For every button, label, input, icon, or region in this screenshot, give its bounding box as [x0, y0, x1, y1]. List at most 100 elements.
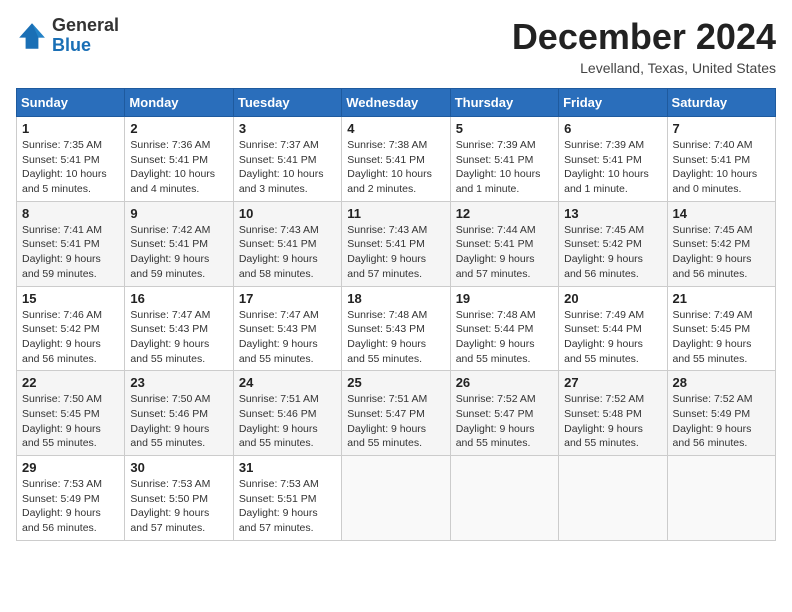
day-detail: Sunrise: 7:50 AMSunset: 5:45 PMDaylight:…	[22, 392, 119, 451]
calendar-cell: 3Sunrise: 7:37 AMSunset: 5:41 PMDaylight…	[233, 117, 341, 202]
page-header: General Blue December 2024 Levelland, Te…	[16, 16, 776, 76]
calendar-cell: 4 Sunrise: 7:38 AMSunset: 5:41 PMDaylight…	[342, 117, 450, 202]
day-number: 30	[130, 460, 227, 475]
day-number: 29	[22, 460, 119, 475]
calendar-cell: 2 Sunrise: 7:36 AMSunset: 5:41 PMDaylight…	[125, 117, 233, 202]
calendar-cell: 10 Sunrise: 7:43 AMSunset: 5:41 PMDayligh…	[233, 201, 341, 286]
calendar-cell: 20 Sunrise: 7:49 AMSunset: 5:44 PMDayligh…	[559, 286, 667, 371]
day-detail: Sunrise: 7:49 AMSunset: 5:44 PMDaylight:…	[564, 308, 661, 367]
calendar-cell: 23 Sunrise: 7:50 AMSunset: 5:46 PMDayligh…	[125, 371, 233, 456]
day-detail: Sunrise: 7:50 AMSunset: 5:46 PMDaylight:…	[130, 392, 227, 451]
weekday-header-thursday: Thursday	[450, 89, 558, 117]
day-number: 6	[564, 121, 661, 136]
location: Levelland, Texas, United States	[512, 60, 776, 76]
calendar-cell: 14Sunrise: 7:45 AMSunset: 5:42 PMDayligh…	[667, 201, 775, 286]
day-number: 24	[239, 375, 336, 390]
day-detail: Sunrise: 7:46 AMSunset: 5:42 PMDaylight:…	[22, 308, 119, 367]
day-number: 28	[673, 375, 770, 390]
calendar-cell: 31 Sunrise: 7:53 AMSunset: 5:51 PMDayligh…	[233, 456, 341, 541]
logo-icon	[16, 20, 48, 52]
day-number: 10	[239, 206, 336, 221]
day-detail: Sunrise: 7:47 AMSunset: 5:43 PMDaylight:…	[130, 308, 227, 367]
calendar-cell: 27Sunrise: 7:52 AMSunset: 5:48 PMDayligh…	[559, 371, 667, 456]
calendar-cell: 18 Sunrise: 7:48 AMSunset: 5:43 PMDayligh…	[342, 286, 450, 371]
calendar-week-5: 29Sunrise: 7:53 AMSunset: 5:49 PMDayligh…	[17, 456, 776, 541]
logo: General Blue	[16, 16, 119, 56]
calendar-cell	[342, 456, 450, 541]
weekday-header-tuesday: Tuesday	[233, 89, 341, 117]
day-number: 25	[347, 375, 444, 390]
calendar-week-4: 22 Sunrise: 7:50 AMSunset: 5:45 PMDayligh…	[17, 371, 776, 456]
calendar-cell: 11Sunrise: 7:43 AMSunset: 5:41 PMDayligh…	[342, 201, 450, 286]
calendar-cell: 9Sunrise: 7:42 AMSunset: 5:41 PMDaylight…	[125, 201, 233, 286]
calendar-cell: 8 Sunrise: 7:41 AMSunset: 5:41 PMDaylight…	[17, 201, 125, 286]
weekday-header-monday: Monday	[125, 89, 233, 117]
day-detail: Sunrise: 7:43 AMSunset: 5:41 PMDaylight:…	[239, 223, 336, 282]
day-detail: Sunrise: 7:44 AMSunset: 5:41 PMDaylight:…	[456, 223, 553, 282]
day-detail: Sunrise: 7:39 AMSunset: 5:41 PMDaylight:…	[564, 138, 661, 197]
day-detail: Sunrise: 7:52 AMSunset: 5:49 PMDaylight:…	[673, 392, 770, 451]
calendar-cell: 5Sunrise: 7:39 AMSunset: 5:41 PMDaylight…	[450, 117, 558, 202]
day-number: 23	[130, 375, 227, 390]
calendar-cell: 29Sunrise: 7:53 AMSunset: 5:49 PMDayligh…	[17, 456, 125, 541]
day-detail: Sunrise: 7:48 AMSunset: 5:44 PMDaylight:…	[456, 308, 553, 367]
calendar-cell: 28 Sunrise: 7:52 AMSunset: 5:49 PMDayligh…	[667, 371, 775, 456]
calendar-cell: 22 Sunrise: 7:50 AMSunset: 5:45 PMDayligh…	[17, 371, 125, 456]
calendar-cell: 26Sunrise: 7:52 AMSunset: 5:47 PMDayligh…	[450, 371, 558, 456]
day-number: 15	[22, 291, 119, 306]
day-number: 21	[673, 291, 770, 306]
title-area: December 2024 Levelland, Texas, United S…	[512, 16, 776, 76]
day-detail: Sunrise: 7:49 AMSunset: 5:45 PMDaylight:…	[673, 308, 770, 367]
day-number: 22	[22, 375, 119, 390]
day-number: 7	[673, 121, 770, 136]
day-number: 26	[456, 375, 553, 390]
weekday-header-saturday: Saturday	[667, 89, 775, 117]
calendar-cell: 15 Sunrise: 7:46 AMSunset: 5:42 PMDayligh…	[17, 286, 125, 371]
calendar-cell: 17 Sunrise: 7:47 AMSunset: 5:43 PMDayligh…	[233, 286, 341, 371]
calendar-cell	[559, 456, 667, 541]
day-number: 11	[347, 206, 444, 221]
day-number: 12	[456, 206, 553, 221]
day-detail: Sunrise: 7:51 AMSunset: 5:46 PMDaylight:…	[239, 392, 336, 451]
day-number: 4	[347, 121, 444, 136]
calendar-cell: 21 Sunrise: 7:49 AMSunset: 5:45 PMDayligh…	[667, 286, 775, 371]
calendar-cell: 30 Sunrise: 7:53 AMSunset: 5:50 PMDayligh…	[125, 456, 233, 541]
day-detail: Sunrise: 7:53 AMSunset: 5:51 PMDaylight:…	[239, 477, 336, 536]
day-number: 1	[22, 121, 119, 136]
logo-text: General Blue	[52, 16, 119, 56]
day-number: 18	[347, 291, 444, 306]
day-detail: Sunrise: 7:48 AMSunset: 5:43 PMDaylight:…	[347, 308, 444, 367]
weekday-header-sunday: Sunday	[17, 89, 125, 117]
day-number: 5	[456, 121, 553, 136]
calendar-week-2: 8 Sunrise: 7:41 AMSunset: 5:41 PMDaylight…	[17, 201, 776, 286]
weekday-header-row: SundayMondayTuesdayWednesdayThursdayFrid…	[17, 89, 776, 117]
day-detail: Sunrise: 7:38 AMSunset: 5:41 PMDaylight:…	[347, 138, 444, 197]
day-detail: Sunrise: 7:45 AMSunset: 5:42 PMDaylight:…	[564, 223, 661, 282]
calendar-cell: 12 Sunrise: 7:44 AMSunset: 5:41 PMDayligh…	[450, 201, 558, 286]
day-number: 14	[673, 206, 770, 221]
calendar-cell: 6 Sunrise: 7:39 AMSunset: 5:41 PMDaylight…	[559, 117, 667, 202]
day-number: 20	[564, 291, 661, 306]
day-number: 2	[130, 121, 227, 136]
calendar-table: SundayMondayTuesdayWednesdayThursdayFrid…	[16, 88, 776, 541]
day-number: 31	[239, 460, 336, 475]
day-detail: Sunrise: 7:41 AMSunset: 5:41 PMDaylight:…	[22, 223, 119, 282]
day-detail: Sunrise: 7:47 AMSunset: 5:43 PMDaylight:…	[239, 308, 336, 367]
calendar-cell: 16 Sunrise: 7:47 AMSunset: 5:43 PMDayligh…	[125, 286, 233, 371]
day-number: 8	[22, 206, 119, 221]
day-number: 13	[564, 206, 661, 221]
day-detail: Sunrise: 7:53 AMSunset: 5:50 PMDaylight:…	[130, 477, 227, 536]
calendar-cell	[667, 456, 775, 541]
day-number: 17	[239, 291, 336, 306]
day-number: 27	[564, 375, 661, 390]
calendar-cell: 7 Sunrise: 7:40 AMSunset: 5:41 PMDaylight…	[667, 117, 775, 202]
day-detail: Sunrise: 7:36 AMSunset: 5:41 PMDaylight:…	[130, 138, 227, 197]
calendar-cell: 1 Sunrise: 7:35 AMSunset: 5:41 PMDaylight…	[17, 117, 125, 202]
day-detail: Sunrise: 7:37 AMSunset: 5:41 PMDaylight:…	[239, 138, 336, 197]
day-detail: Sunrise: 7:35 AMSunset: 5:41 PMDaylight:…	[22, 138, 119, 197]
day-detail: Sunrise: 7:40 AMSunset: 5:41 PMDaylight:…	[673, 138, 770, 197]
calendar-cell: 19 Sunrise: 7:48 AMSunset: 5:44 PMDayligh…	[450, 286, 558, 371]
day-detail: Sunrise: 7:42 AMSunset: 5:41 PMDaylight:…	[130, 223, 227, 282]
day-number: 16	[130, 291, 227, 306]
day-number: 19	[456, 291, 553, 306]
